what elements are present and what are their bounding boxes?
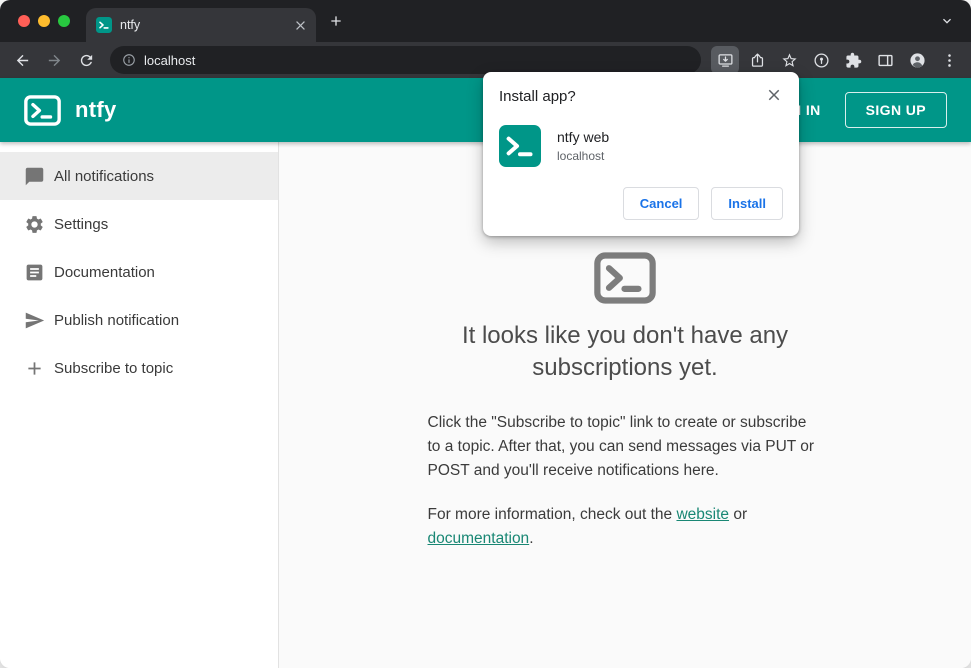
gear-icon [23,213,45,235]
share-button[interactable] [743,46,771,74]
address-text: localhost [144,52,196,68]
empty-state-body: Click the "Subscribe to topic" link to c… [427,413,815,479]
sidebar: All notifications Settings Documentation… [0,142,279,668]
sidebar-item-label: Subscribe to topic [54,359,174,377]
extensions-puzzle-icon[interactable] [839,46,867,74]
sidebar-item-all-notifications[interactable]: All notifications [0,152,278,200]
sidebar-item-label: Publish notification [54,311,180,329]
dialog-title: Install app? [499,88,576,105]
reload-button[interactable] [72,46,100,74]
tab-list-chevron-icon[interactable] [933,7,961,35]
tab-close-icon[interactable] [293,18,308,33]
cancel-button[interactable]: Cancel [622,187,700,220]
empty-state-more: For more information, check out the webs… [428,503,823,551]
documentation-link[interactable]: documentation [428,530,530,547]
window-minimize-button[interactable] [38,15,50,27]
window-controls [0,15,86,27]
side-panel-button[interactable] [871,46,899,74]
sidebar-item-label: All notifications [54,167,155,185]
new-tab-button[interactable] [322,7,350,35]
browser-menu-button[interactable] [935,46,963,74]
sidebar-item-subscribe-to-topic[interactable]: Subscribe to topic [0,344,278,392]
install-app-dialog: Install app? ntfy web localhost Cancel I… [483,72,799,236]
forward-button[interactable] [40,46,68,74]
window-close-button[interactable] [18,15,30,27]
send-icon [23,309,45,331]
browser-tab[interactable]: ntfy [86,8,316,42]
bookmark-star-button[interactable] [775,46,803,74]
app-name: ntfy web [557,129,610,145]
sidebar-item-documentation[interactable]: Documentation [0,248,278,296]
sign-up-button[interactable]: SIGN UP [844,92,947,128]
ntfy-app-icon [499,125,541,167]
app-title: ntfy [75,97,117,122]
dialog-app-row: ntfy web localhost [499,125,783,167]
book-icon [23,261,45,283]
address-bar[interactable]: localhost [110,46,701,74]
dialog-close-icon[interactable] [765,86,783,104]
more-text-suffix: . [529,529,534,547]
ntfy-favicon-icon [96,17,112,33]
password-manager-extension-icon[interactable] [807,46,835,74]
install-button[interactable]: Install [711,187,783,220]
window-zoom-button[interactable] [58,15,70,27]
plus-icon [23,357,45,379]
ntfy-logo-outline-icon [594,252,656,304]
sidebar-item-publish-notification[interactable]: Publish notification [0,296,278,344]
site-info-icon[interactable] [122,53,136,67]
more-text-middle: or [729,505,748,523]
install-app-button[interactable] [711,46,739,74]
sidebar-item-settings[interactable]: Settings [0,200,278,248]
back-button[interactable] [8,46,36,74]
tab-strip: ntfy [0,0,971,42]
sidebar-item-label: Settings [54,215,109,233]
dialog-app-meta: ntfy web localhost [557,129,609,163]
empty-state-heading: It looks like you don't have any subscri… [461,322,789,382]
ntfy-logo-icon [24,94,61,126]
dialog-actions: Cancel Install [499,187,783,220]
browser-window: ntfy localhost ntfy IN SIGN UP All notif… [0,0,971,668]
sidebar-item-label: Documentation [54,263,155,281]
profile-avatar[interactable] [903,46,931,74]
tab-title: ntfy [120,18,141,32]
app-origin: localhost [557,149,605,163]
chat-bubble-icon [23,165,45,187]
more-text-prefix: For more information, check out the [427,505,677,523]
website-link[interactable]: website [676,506,729,523]
